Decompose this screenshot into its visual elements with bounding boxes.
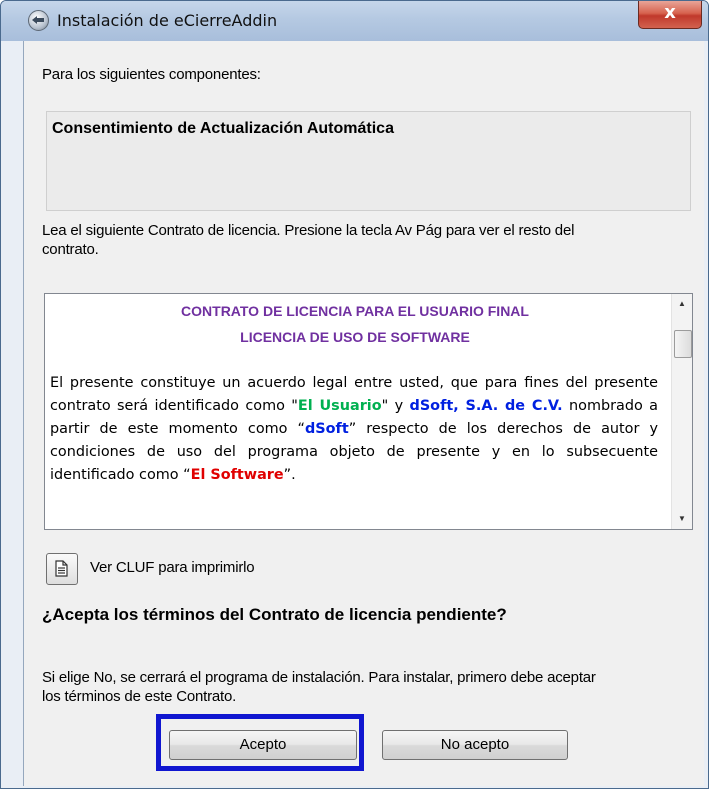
warning-text-line1: Si elige No, se cerrará el programa de i… [42, 669, 596, 686]
usuario-term: El Usuario [297, 398, 382, 414]
scroll-up-icon[interactable]: ▲ [672, 294, 692, 314]
accept-highlight-box [156, 714, 364, 771]
instruction-text-line2: contrato. [42, 241, 99, 258]
instruction-text-line1: Lea el siguiente Contrato de licencia. P… [42, 222, 575, 239]
close-icon: x [664, 2, 676, 23]
warning-text-line2: los términos de este Contrato. [42, 688, 237, 705]
component-list: Consentimiento de Actualización Automáti… [46, 111, 691, 211]
components-label: Para los siguientes componentes: [42, 66, 261, 83]
document-icon [55, 560, 68, 577]
component-name: Consentimiento de Actualización Automáti… [52, 120, 394, 137]
installer-app-icon [28, 10, 49, 31]
scroll-down-icon[interactable]: ▼ [672, 509, 692, 529]
close-button[interactable]: x [638, 1, 702, 29]
installer-window: Instalación de eCierreAddin x Para los s… [0, 0, 709, 789]
decline-button[interactable]: No acepto [382, 730, 568, 760]
license-paragraph: El presente constituye un acuerdo legal … [50, 372, 658, 487]
company-name: dSoft, S.A. de C.V. [409, 398, 563, 414]
license-heading-2: LICENCIA DE USO DE SOFTWARE [240, 329, 470, 345]
software-term: El Software [190, 467, 284, 483]
dsoft-term: dSoft [305, 421, 349, 437]
license-text: " y [381, 398, 410, 414]
window-title: Instalación de eCierreAddin [57, 11, 278, 30]
license-text: ”. [283, 467, 296, 483]
scrollbar-thumb[interactable] [674, 330, 692, 358]
license-heading-1: CONTRATO DE LICENCIA PARA EL USUARIO FIN… [181, 303, 529, 319]
print-license-button[interactable] [46, 553, 78, 585]
license-text-box[interactable]: CONTRATO DE LICENCIA PARA EL USUARIO FIN… [44, 293, 693, 530]
dialog-body: Para los siguientes componentes: Consent… [23, 41, 704, 786]
vertical-scrollbar[interactable]: ▲ ▼ [671, 294, 692, 529]
print-license-label: Ver CLUF para imprimirlo [90, 559, 255, 576]
accept-question: ¿Acepta los términos del Contrato de lic… [42, 605, 507, 624]
title-bar[interactable]: Instalación de eCierreAddin x [1, 1, 708, 41]
